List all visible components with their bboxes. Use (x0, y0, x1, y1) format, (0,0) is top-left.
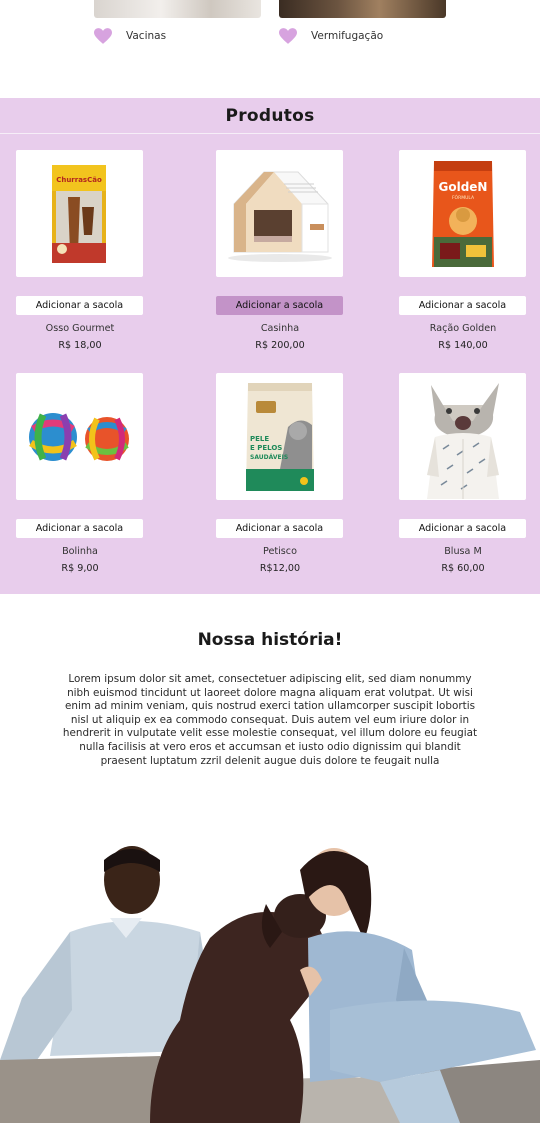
svg-text:GoldeN: GoldeN (438, 180, 487, 194)
product-image[interactable] (216, 150, 343, 277)
product-image[interactable]: PELE E PELOS SAUDÁVEIS (216, 373, 343, 500)
product-price: R$ 200,00 (255, 340, 305, 351)
product-name: Osso Gourmet (45, 323, 115, 334)
add-to-bag-button[interactable]: Adicionar a sacola (399, 296, 526, 315)
svg-text:PELE: PELE (250, 435, 269, 443)
product-image[interactable] (399, 373, 526, 500)
chew-bone-package-image: ChurrasCão (51, 164, 106, 263)
service-label: Vacinas (126, 30, 167, 42)
service-vacinas[interactable]: Vacinas (94, 28, 166, 44)
heart-icon (94, 28, 112, 44)
people-with-dog-image (0, 820, 540, 1123)
products-title: Produtos (225, 105, 315, 126)
product-card-racao-golden: GoldeN FÓRMULA Adicionar a sacola Ração … (399, 150, 527, 351)
heart-icon (279, 28, 297, 44)
product-card-casinha: Adicionar a sacola Casinha R$ 200,00 (216, 150, 344, 351)
products-header: Produtos (0, 98, 540, 134)
product-name: Petisco (263, 546, 297, 557)
product-image[interactable] (16, 373, 143, 500)
product-image[interactable]: ChurrasCão (16, 150, 143, 277)
cat-treat-pouch-image: PELE E PELOS SAUDÁVEIS (245, 382, 314, 491)
story-title: Nossa história! (197, 630, 343, 650)
story-text: Lorem ipsum dolor sit amet, consectetuer… (62, 673, 478, 767)
service-label: Vermifugação (311, 30, 384, 42)
product-image[interactable]: GoldeN FÓRMULA (399, 150, 526, 277)
knot-balls-image (28, 412, 129, 461)
product-card-petisco: PELE E PELOS SAUDÁVEIS Adicionar a sacol… (216, 373, 344, 574)
product-price: R$ 18,00 (58, 340, 102, 351)
product-price: R$ 9,00 (61, 563, 99, 574)
add-to-bag-button[interactable]: Adicionar a sacola (399, 519, 526, 538)
svg-text:SAUDÁVEIS: SAUDÁVEIS (250, 454, 288, 461)
service-vermifugacao[interactable]: Vermifugação (279, 28, 383, 44)
product-card-bolinha: Adicionar a sacola Bolinha R$ 9,00 (16, 373, 144, 574)
pet-house-image (227, 171, 332, 262)
dog-food-bag-image: GoldeN FÓRMULA (431, 160, 494, 267)
product-card-osso-gourmet: ChurrasCão Adicionar a sacola Osso Gourm… (16, 150, 144, 351)
product-name: Blusa M (444, 546, 482, 557)
products-section: Produtos ChurrasCão Adicionar a sacola O… (0, 98, 540, 594)
deworming-image (279, 0, 446, 18)
product-price: R$ 140,00 (438, 340, 488, 351)
product-name: Bolinha (62, 546, 98, 557)
cat-in-shirt-image (426, 382, 499, 499)
add-to-bag-button[interactable]: Adicionar a sacola (216, 296, 343, 315)
svg-text:ChurrasCão: ChurrasCão (56, 176, 102, 184)
add-to-bag-button[interactable]: Adicionar a sacola (216, 519, 343, 538)
product-name: Ração Golden (429, 323, 497, 334)
svg-text:E PELOS: E PELOS (250, 444, 282, 452)
add-to-bag-button[interactable]: Adicionar a sacola (16, 519, 143, 538)
svg-text:FÓRMULA: FÓRMULA (451, 194, 474, 201)
services-section: Vacinas Vermifugação (0, 0, 540, 98)
product-price: R$12,00 (259, 563, 301, 574)
product-name: Casinha (260, 323, 300, 334)
add-to-bag-button[interactable]: Adicionar a sacola (16, 296, 143, 315)
vaccines-image (94, 0, 261, 18)
product-price: R$ 60,00 (441, 563, 485, 574)
product-card-blusa-m: Adicionar a sacola Blusa M R$ 60,00 (399, 373, 527, 574)
